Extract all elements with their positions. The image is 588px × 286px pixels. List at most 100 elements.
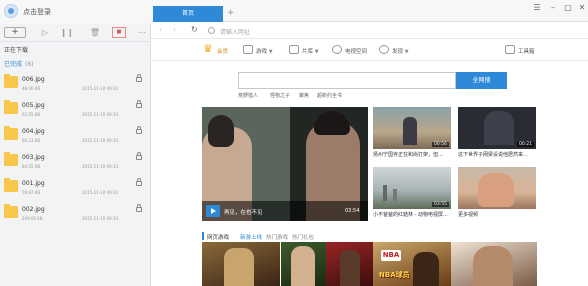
file-item[interactable]: 006.jpg 48.06 KB 2015-11-10 09:33 bbox=[0, 72, 151, 98]
game-character bbox=[340, 250, 360, 286]
avatar[interactable] bbox=[4, 4, 18, 18]
maximize-icon[interactable]: □ bbox=[564, 4, 572, 12]
download-toolbar: + ▷ ❙❙ 🗑 ■ ⋯ bbox=[0, 24, 151, 42]
file-item[interactable]: 002.jpg 209.66 KB 2015-11-10 09:33 bbox=[0, 202, 151, 228]
nav-vr-space[interactable]: 电视空间 bbox=[345, 47, 367, 55]
featured-video[interactable]: 再见，在也不见 03:54 bbox=[202, 107, 368, 221]
search-button[interactable]: 全网搜 bbox=[456, 72, 507, 89]
new-tab-button[interactable]: + bbox=[227, 8, 235, 18]
game-banner[interactable] bbox=[202, 242, 280, 286]
lock-icon[interactable] bbox=[136, 126, 142, 134]
lock-icon[interactable] bbox=[136, 74, 142, 82]
minimize-icon[interactable]: – bbox=[549, 4, 557, 12]
file-size: 209.66 KB bbox=[22, 216, 43, 221]
play-icon[interactable]: ▷ bbox=[38, 27, 52, 38]
url-input[interactable]: 请输入网址 bbox=[220, 27, 250, 36]
hot-link[interactable]: 荒野猎人 bbox=[238, 92, 258, 99]
scene-figure bbox=[484, 111, 514, 145]
space-icon bbox=[332, 45, 342, 54]
search-input[interactable] bbox=[238, 72, 456, 89]
tab-bar: 首页 + ☰ – □ ✕ bbox=[151, 0, 588, 22]
scene-tower bbox=[383, 185, 387, 201]
refresh-icon[interactable]: ↻ bbox=[191, 25, 198, 34]
skin-icon[interactable]: ☰ bbox=[533, 4, 541, 12]
file-item[interactable]: 001.jpg 59.87 KB 2015-11-10 09:33 bbox=[0, 176, 151, 202]
video-icon[interactable]: ■ bbox=[112, 27, 126, 38]
hot-link[interactable]: 超新约全书 bbox=[317, 92, 342, 99]
folder-icon bbox=[4, 100, 18, 114]
pause-icon[interactable]: ❙❙ bbox=[60, 27, 74, 38]
tab-home[interactable]: 首页 bbox=[153, 6, 223, 22]
lock-icon[interactable] bbox=[136, 204, 142, 212]
file-name: 001.jpg bbox=[22, 180, 45, 187]
hot-link[interactable]: 聚焦 bbox=[299, 92, 309, 99]
video-thumbnail[interactable]: 00:21 bbox=[458, 107, 536, 149]
completed-count: (6) bbox=[25, 61, 34, 68]
file-size: 59.87 KB bbox=[22, 190, 41, 195]
play-icon[interactable] bbox=[206, 205, 220, 217]
folder-icon bbox=[4, 178, 18, 192]
login-link[interactable]: 点击登录 bbox=[23, 7, 51, 17]
more-icon[interactable]: ⋯ bbox=[135, 27, 149, 38]
games-title: 网页游戏 bbox=[207, 235, 230, 241]
game-banner[interactable]: NBA NBA球员 bbox=[373, 242, 451, 286]
lock-icon[interactable] bbox=[136, 178, 142, 186]
add-download-button[interactable]: + bbox=[4, 27, 26, 38]
gamepad-icon bbox=[243, 45, 253, 54]
file-size: 60.23 KB bbox=[22, 138, 41, 143]
video-title[interactable]: 小不爸爸的红菇林 - 动物电视屏... bbox=[373, 211, 453, 218]
file-item[interactable]: 003.jpg 84.55 KB 2015-11-10 09:33 bbox=[0, 150, 151, 176]
nav-video[interactable]: 片库 ▼ bbox=[302, 47, 319, 55]
scene-figure bbox=[478, 173, 514, 207]
games-tab-new[interactable]: 新游上线 bbox=[240, 233, 262, 241]
video-title[interactable]: 扬州宁国寺正在和尚打架，但... bbox=[373, 151, 453, 158]
game-character bbox=[413, 252, 439, 286]
file-date: 2015-11-10 09:33 bbox=[82, 216, 119, 221]
games-tab-gifts[interactable]: 热门礼包 bbox=[292, 233, 314, 241]
lock-icon[interactable] bbox=[136, 152, 142, 160]
delete-icon[interactable]: 🗑 bbox=[88, 27, 102, 38]
crown-icon: ♛ bbox=[203, 42, 213, 55]
actor-hair bbox=[208, 115, 234, 147]
file-item[interactable]: 004.jpg 60.23 KB 2015-11-10 09:33 bbox=[0, 124, 151, 150]
back-icon[interactable]: ‹ bbox=[159, 26, 162, 34]
close-icon[interactable]: ✕ bbox=[578, 4, 586, 12]
nav-games[interactable]: 游戏 ▼ bbox=[256, 47, 273, 55]
file-size: 84.55 KB bbox=[22, 164, 41, 169]
scene-tower bbox=[393, 189, 397, 201]
eye-icon bbox=[379, 45, 389, 54]
section-downloading[interactable]: 正在下载 bbox=[4, 45, 28, 54]
file-size: 48.06 KB bbox=[22, 86, 41, 91]
game-banner[interactable] bbox=[281, 242, 326, 286]
hot-link[interactable]: 怪物之子 bbox=[270, 92, 290, 99]
game-banner[interactable] bbox=[451, 242, 537, 286]
globe-icon bbox=[208, 27, 215, 34]
video-title[interactable]: 更多视频 bbox=[458, 211, 538, 218]
folder-icon bbox=[4, 152, 18, 166]
file-date: 2015-11-10 09:33 bbox=[82, 112, 119, 117]
nav-member[interactable]: 会员 bbox=[217, 47, 228, 55]
games-tab-hot[interactable]: 热门游戏 bbox=[266, 233, 288, 241]
file-date: 2015-11-10 09:33 bbox=[82, 190, 119, 195]
section-completed[interactable]: 已完成 (6) bbox=[4, 59, 34, 68]
file-date: 2015-11-10 09:33 bbox=[82, 86, 119, 91]
nav-toolbox[interactable]: 工具箱 bbox=[518, 47, 535, 55]
game-character bbox=[473, 246, 513, 286]
game-banner[interactable] bbox=[326, 242, 373, 286]
file-item[interactable]: 005.jpg 63.55 KB 2015-11-10 09:33 bbox=[0, 98, 151, 124]
file-name: 004.jpg bbox=[22, 128, 45, 135]
video-title[interactable]: 这下世界子网梁设说他居然来... bbox=[458, 151, 538, 158]
forward-icon[interactable]: › bbox=[173, 26, 176, 34]
video-caption-bar: 再见，在也不见 03:54 bbox=[202, 201, 368, 221]
toolbox-icon bbox=[505, 45, 515, 54]
video-thumbnail[interactable]: 03:55 bbox=[373, 167, 451, 209]
folder-icon bbox=[4, 204, 18, 218]
folder-icon bbox=[4, 74, 18, 88]
video-thumbnail[interactable] bbox=[458, 167, 536, 209]
nav-discovery[interactable]: 发现 ▼ bbox=[392, 47, 409, 55]
games-section: 网页游戏 新游上线 热门游戏 热门礼包 bbox=[202, 230, 588, 242]
video-duration: 03:54 bbox=[345, 208, 360, 214]
video-duration: 00:21 bbox=[517, 142, 534, 147]
video-thumbnail[interactable]: 00:56 bbox=[373, 107, 451, 149]
lock-icon[interactable] bbox=[136, 100, 142, 108]
